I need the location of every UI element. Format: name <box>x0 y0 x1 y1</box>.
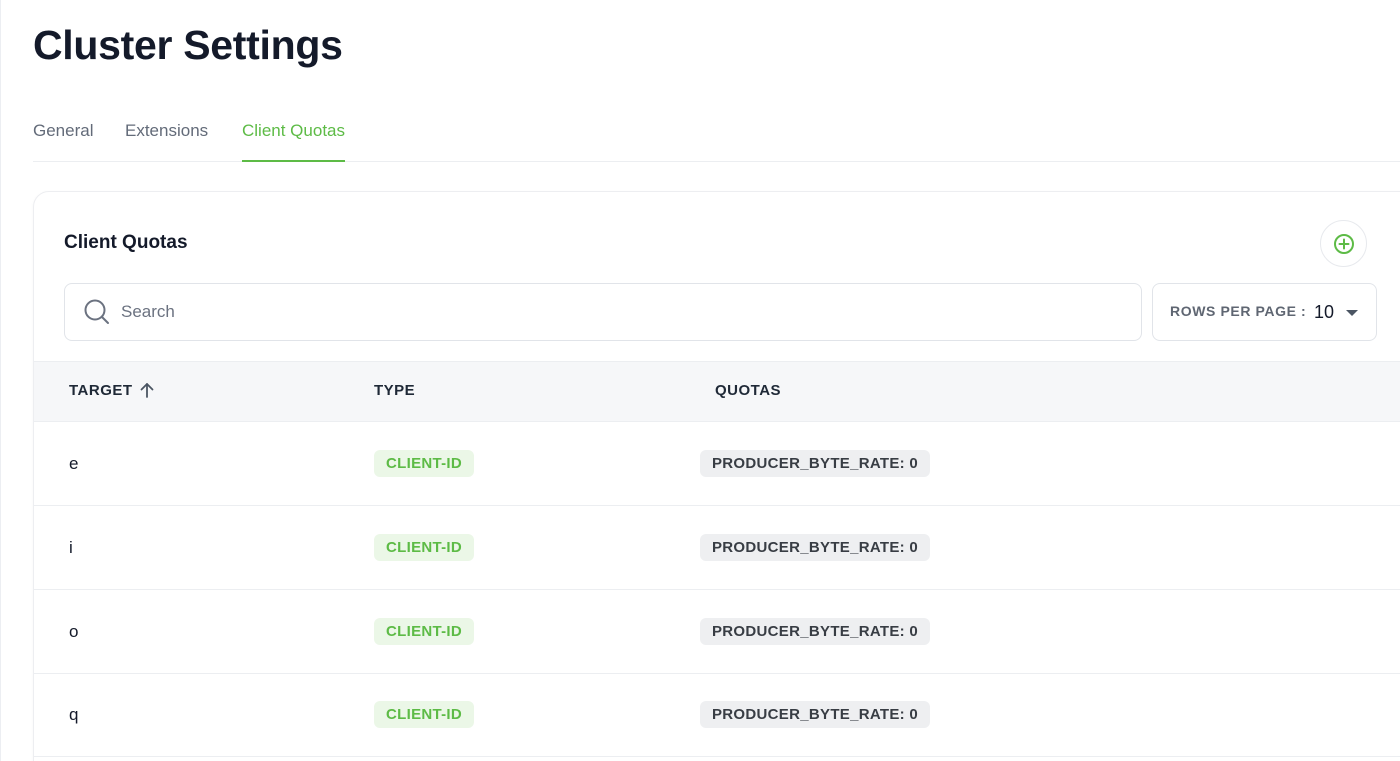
type-badge: CLIENT-ID <box>374 618 475 645</box>
quota-badge: PRODUCER_BYTE_RATE: 0 <box>700 534 931 561</box>
table-row[interactable]: q CLIENT-ID PRODUCER_BYTE_RATE: 0 <box>34 673 1400 757</box>
arrow-up-icon[interactable] <box>138 381 156 399</box>
tab-extensions[interactable]: Extensions <box>125 120 208 162</box>
quota-badge: PRODUCER_BYTE_RATE: 0 <box>700 450 931 477</box>
add-quota-button[interactable] <box>1320 220 1367 267</box>
column-header-quotas: QUOTAS <box>715 382 782 399</box>
quota-badge: PRODUCER_BYTE_RATE: 0 <box>700 618 931 645</box>
table-row[interactable]: i CLIENT-ID PRODUCER_BYTE_RATE: 0 <box>34 506 1400 590</box>
tab-general[interactable]: General <box>33 120 93 162</box>
plus-circle-icon <box>1333 233 1354 254</box>
rows-per-page-value: 10 <box>1314 302 1335 322</box>
rows-per-page-label: ROWS PER PAGE : <box>1170 303 1307 319</box>
card-title: Client Quotas <box>64 232 188 253</box>
column-header-type: TYPE <box>374 382 416 399</box>
cluster-settings-page: Cluster Settings General Extensions Clie… <box>0 0 1400 761</box>
settings-tabs: General Extensions Client Quotas <box>33 112 1400 162</box>
table-row[interactable]: o CLIENT-ID PRODUCER_BYTE_RATE: 0 <box>34 590 1400 674</box>
rows-per-page-select[interactable]: ROWS PER PAGE : 10 <box>1152 283 1377 341</box>
column-header-target[interactable]: TARGET <box>69 382 133 399</box>
row-target: e <box>69 454 79 473</box>
row-target: o <box>69 622 79 641</box>
client-quotas-card: Client Quotas ROWS PER PAGE : 10 TARGET <box>33 191 1400 761</box>
table-header: TARGET TYPE QUOTAS <box>34 361 1400 422</box>
type-badge: CLIENT-ID <box>374 450 475 477</box>
row-target: q <box>69 705 79 724</box>
chevron-down-icon <box>1346 310 1358 316</box>
page-title: Cluster Settings <box>33 22 343 68</box>
search-input[interactable] <box>121 294 1121 330</box>
type-badge: CLIENT-ID <box>374 534 475 561</box>
tab-client-quotas[interactable]: Client Quotas <box>242 120 345 162</box>
type-badge: CLIENT-ID <box>374 701 475 728</box>
row-target: i <box>69 538 73 557</box>
search-icon <box>84 299 109 324</box>
search-box <box>64 283 1142 341</box>
quota-badge: PRODUCER_BYTE_RATE: 0 <box>700 701 931 728</box>
table-row[interactable]: e CLIENT-ID PRODUCER_BYTE_RATE: 0 <box>34 422 1400 506</box>
